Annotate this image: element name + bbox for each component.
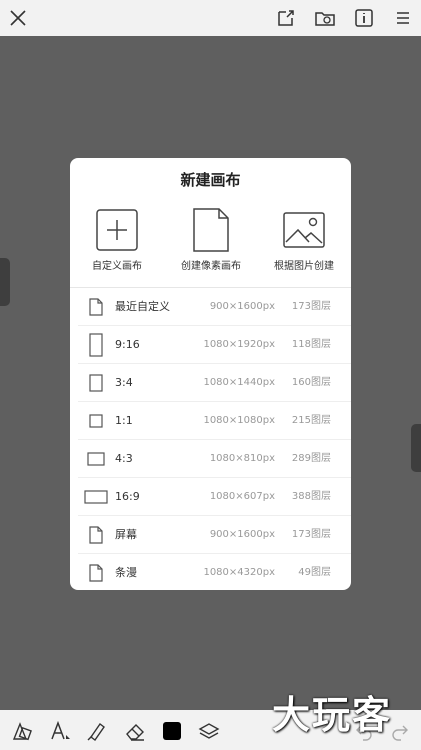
new-canvas-dialog: 新建画布 自定义画布 创建像素画布 根据图片创建 最近自定义 900×1600p… [70,158,351,590]
from-image-option[interactable]: 根据图片创建 [257,208,351,274]
preset-row[interactable]: 1:1 1080×1080px 215图层 [78,402,351,440]
close-icon[interactable] [6,6,30,30]
info-icon[interactable] [352,6,376,30]
preset-row[interactable]: 16:9 1080×607px 388图层 [78,478,351,516]
preset-name: 屏幕 [115,528,137,541]
preset-name: 4:3 [115,452,133,465]
folder-image-icon[interactable] [313,6,337,30]
custom-canvas-label: 自定义画布 [92,261,142,272]
preset-row[interactable]: 4:3 1080×810px 289图层 [78,440,351,478]
color-swatch-icon[interactable] [160,719,184,743]
document-icon [78,554,114,590]
preset-row[interactable]: 9:16 1080×1920px 118图层 [78,326,351,364]
image-icon [257,208,351,252]
brush-icon[interactable] [85,719,109,743]
eraser-icon[interactable] [123,719,147,743]
preset-row[interactable]: 屏幕 900×1600px 173图层 [78,516,351,554]
preset-name: 最近自定义 [115,300,170,313]
ratio-3-4-icon [78,364,114,402]
top-toolbar [0,0,421,36]
menu-icon[interactable] [391,6,415,30]
preset-layers: 173图层 [291,529,331,540]
watermark-text: 大玩客 [272,693,393,737]
preset-layers: 49图层 [298,567,331,578]
preset-size: 1080×810px [209,453,275,464]
preset-row[interactable]: 最近自定义 900×1600px 173图层 [78,288,351,326]
ratio-1-1-icon [78,402,114,440]
ratio-9-16-icon [78,326,114,364]
preset-row[interactable]: 3:4 1080×1440px 160图层 [78,364,351,402]
preset-size: 1080×4320px [203,567,275,578]
left-slider-handle[interactable] [0,258,10,306]
preset-size: 900×1600px [209,301,275,312]
pixel-canvas-option[interactable]: 创建像素画布 [164,208,258,274]
layers-icon[interactable] [197,719,221,743]
preset-size: 1080×607px [209,491,275,502]
preset-name: 3:4 [115,376,133,389]
preset-size: 1080×1440px [203,377,275,388]
preset-layers: 289图层 [291,453,331,464]
pixel-canvas-label: 创建像素画布 [181,261,241,272]
from-image-label: 根据图片创建 [274,261,334,272]
preset-name: 1:1 [115,414,133,427]
preset-layers: 215图层 [291,415,331,426]
document-icon [78,288,114,326]
preset-size: 1080×1080px [203,415,275,426]
preset-size: 900×1600px [209,529,275,540]
dialog-title: 新建画布 [180,171,241,189]
export-icon[interactable] [274,6,298,30]
preset-layers: 388图层 [291,491,331,502]
text-tool-icon[interactable] [48,719,72,743]
right-slider-handle[interactable] [411,424,421,472]
preset-row[interactable]: 条漫 1080×4320px 49图层 [78,554,351,590]
preset-name: 9:16 [115,338,140,351]
preset-name: 条漫 [115,566,137,579]
document-icon [78,516,114,554]
custom-canvas-option[interactable]: 自定义画布 [70,208,164,274]
preset-size: 1080×1920px [203,339,275,350]
document-icon [164,208,258,252]
plus-square-icon [70,208,164,252]
preset-layers: 118图层 [291,339,331,350]
ratio-4-3-icon [78,440,114,478]
preset-layers: 160图层 [291,377,331,388]
preset-layers: 173图层 [291,301,331,312]
shapes-icon[interactable] [10,719,34,743]
ratio-16-9-icon [78,478,114,516]
preset-name: 16:9 [115,490,140,503]
